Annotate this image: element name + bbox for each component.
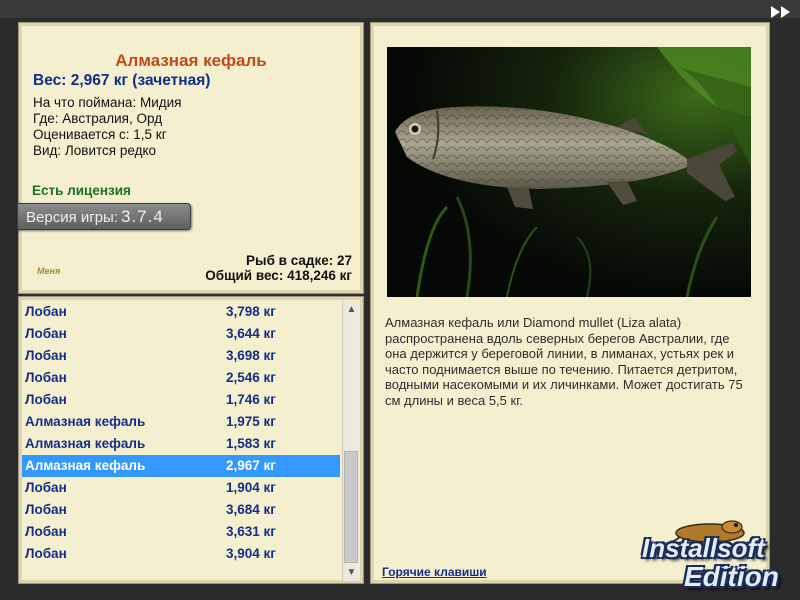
license-status: Есть лицензия (32, 183, 131, 198)
catch-list-row[interactable]: Алмазная кефаль 1,975 кг (22, 411, 340, 433)
catch-list-row[interactable]: Лобан 1,746 кг (22, 389, 340, 411)
installsoft-watermark: Installsoft Edition (630, 515, 800, 600)
fish-title: Алмазная кефаль (115, 51, 267, 70)
catch-fish-weight: 2,967 кг (226, 458, 276, 473)
fish-info-panel: Алмазная кефаль Вес: 2,967 кг (зачетная)… (17, 22, 364, 294)
catch-list-row[interactable]: Алмазная кефаль 2,967 кг (22, 455, 340, 477)
catch-fish-name: Лобан (25, 304, 67, 319)
catch-fish-weight: 3,798 кг (226, 304, 276, 319)
bait-info: На что поймана: Мидия (33, 95, 182, 110)
fish-detail-panel: Алмазная кефаль или Diamond mullet (Liza… (370, 22, 770, 584)
catch-fish-name: Лобан (25, 546, 67, 561)
catch-list-row[interactable]: Лобан 3,904 кг (22, 543, 340, 565)
catch-fish-name: Лобан (25, 370, 67, 385)
fish-description: Алмазная кефаль или Diamond mullet (Liza… (385, 315, 743, 408)
catch-fish-weight: 3,644 кг (226, 326, 276, 341)
scroll-thumb[interactable] (344, 451, 358, 563)
catch-fish-weight: 1,583 кг (226, 436, 276, 451)
version-number: 3.7.4 (121, 207, 164, 226)
catch-list-row[interactable]: Алмазная кефаль 1,583 кг (22, 433, 340, 455)
list-scrollbar[interactable]: ▲ ▼ (342, 301, 359, 581)
watermark-line1: Installsoft (642, 533, 765, 563)
catch-list-row[interactable]: Лобан 3,684 кг (22, 499, 340, 521)
fish-count: Рыб в садке: 27 (246, 253, 352, 268)
catch-list-row[interactable]: Лобан 3,631 кг (22, 521, 340, 543)
catch-fish-weight: 3,904 кг (226, 546, 276, 561)
catch-fish-weight: 1,975 кг (226, 414, 276, 429)
rarity-info: Вид: Ловится редко (33, 143, 157, 158)
catch-fish-weight: 1,746 кг (226, 392, 276, 407)
chevron-up-icon[interactable]: ▲ (343, 301, 360, 318)
fast-forward-icon[interactable] (770, 6, 792, 18)
catch-fish-name: Лобан (25, 524, 67, 539)
catch-fish-name: Алмазная кефаль (25, 458, 146, 473)
watermark-line2: Edition (684, 561, 779, 592)
catch-list-row[interactable]: Лобан 1,904 кг (22, 477, 340, 499)
fish-photo (387, 47, 751, 297)
catch-fish-name: Лобан (25, 502, 67, 517)
fish-weight: Вес: 2,967 кг (зачетная) (33, 72, 211, 89)
chevron-down-icon[interactable]: ▼ (343, 564, 360, 581)
total-weight: Общий вес: 418,246 кг (205, 268, 352, 283)
catch-list: Лобан 3,798 кг Лобан 3,644 кг Лобан 3,698 кг Л… (22, 301, 340, 565)
catch-fish-weight: 1,904 кг (226, 480, 276, 495)
catch-fish-name: Алмазная кефаль (25, 414, 146, 429)
valued-from-info: Оценивается с: 1,5 кг (33, 127, 167, 142)
catch-list-row[interactable]: Лобан 3,644 кг (22, 323, 340, 345)
catch-list-panel: Лобан 3,798 кг Лобан 3,644 кг Лобан 3,698 кг Л… (18, 296, 364, 584)
catch-list-row[interactable]: Лобан 3,698 кг (22, 345, 340, 367)
catch-list-row[interactable]: Лобан 3,798 кг (22, 301, 340, 323)
version-badge: Версия игры: 3.7.4 (17, 203, 191, 230)
catch-fish-name: Лобан (25, 480, 67, 495)
catch-list-row[interactable]: Лобан 2,546 кг (22, 367, 340, 389)
catch-fish-weight: 2,546 кг (226, 370, 276, 385)
version-label: Версия игры: (26, 209, 118, 226)
top-bar (0, 0, 800, 18)
catch-fish-name: Алмазная кефаль (25, 436, 146, 451)
small-logo: Меня (37, 266, 61, 276)
catch-fish-weight: 3,631 кг (226, 524, 276, 539)
catch-fish-name: Лобан (25, 326, 67, 341)
location-info: Где: Австралия, Орд (33, 111, 163, 126)
catch-fish-weight: 3,684 кг (226, 502, 276, 517)
catch-fish-name: Лобан (25, 392, 67, 407)
catch-fish-name: Лобан (25, 348, 67, 363)
catch-fish-weight: 3,698 кг (226, 348, 276, 363)
hotkeys-link[interactable]: Горячие клавиши (382, 565, 487, 579)
